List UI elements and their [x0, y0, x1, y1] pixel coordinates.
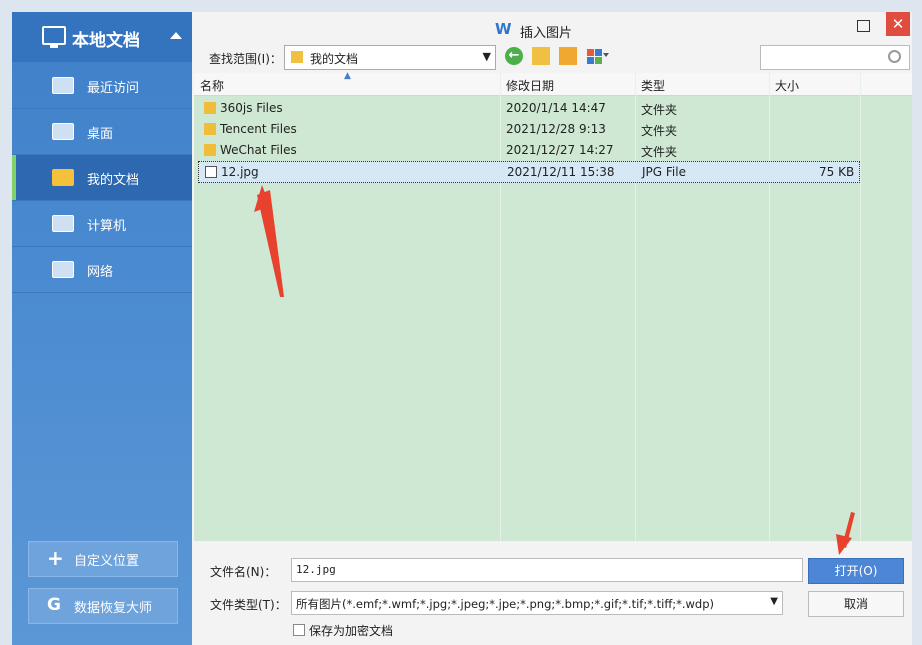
annotation-arrow-file	[254, 185, 284, 297]
annotation-arrows	[254, 185, 855, 555]
annotation-arrow-open	[836, 512, 855, 555]
